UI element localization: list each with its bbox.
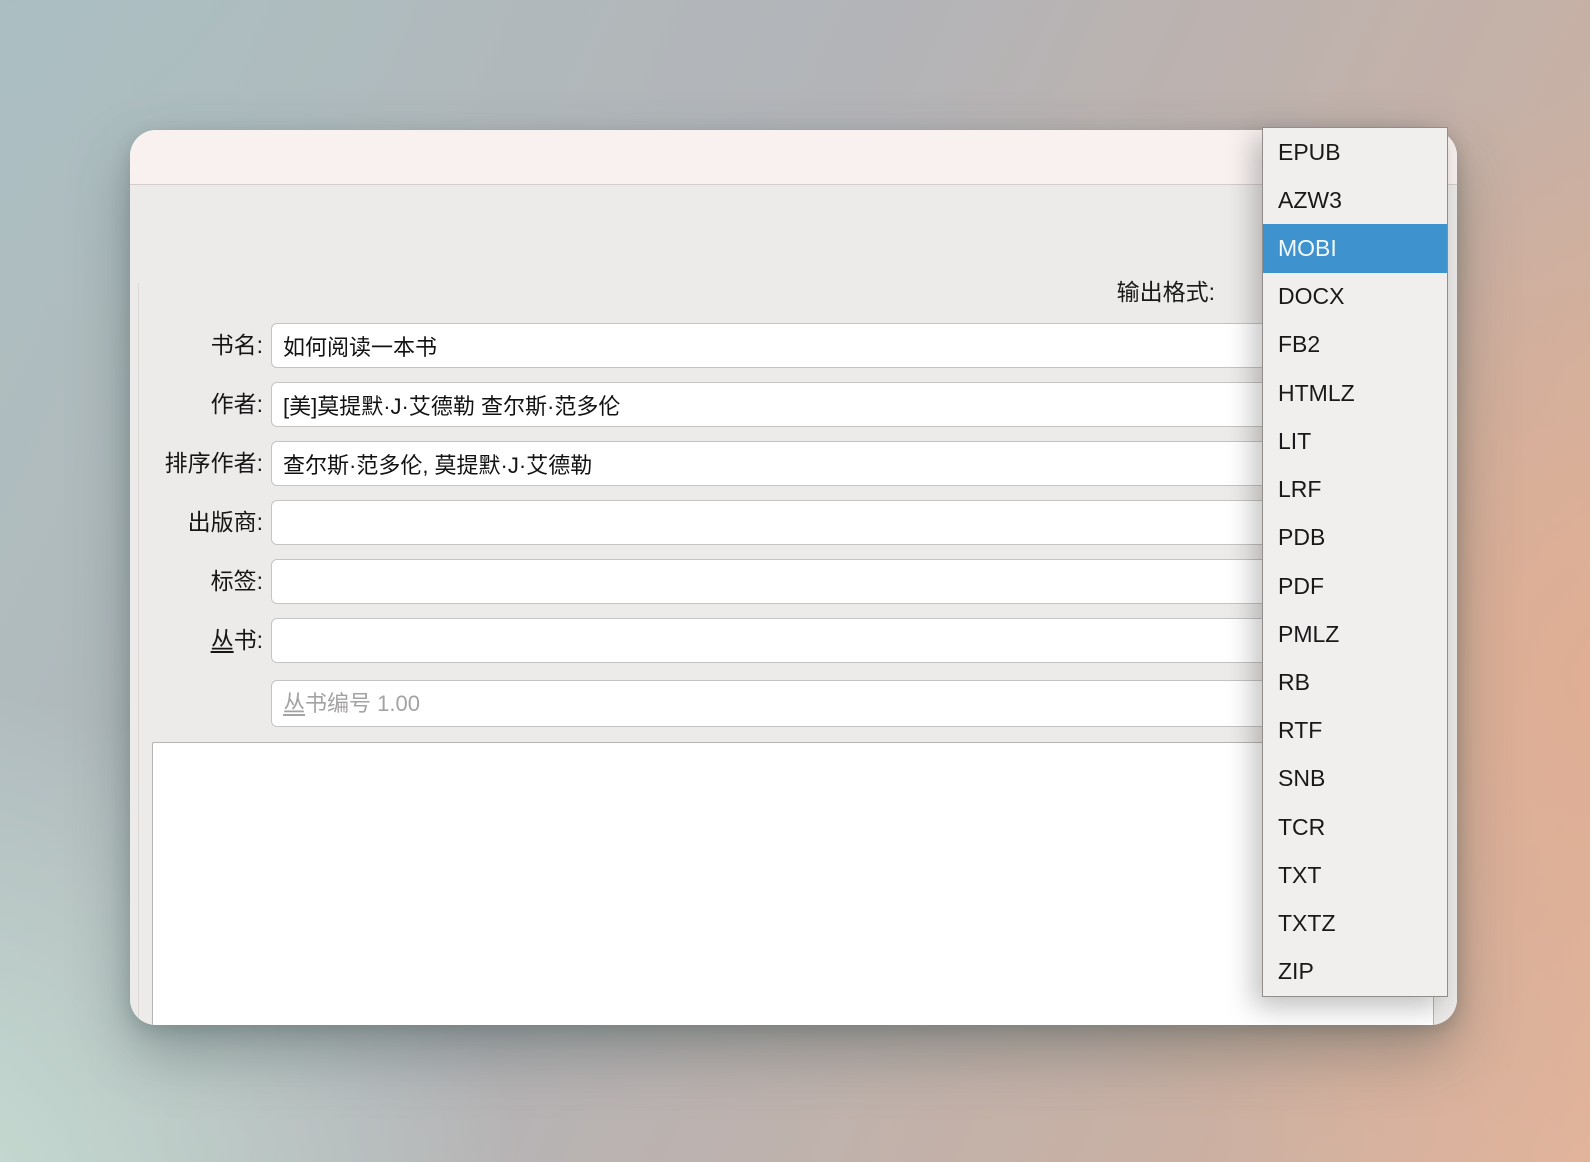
book-title-input[interactable] bbox=[271, 323, 1431, 368]
series-input[interactable] bbox=[271, 618, 1431, 663]
tags-input[interactable] bbox=[271, 559, 1431, 604]
format-option-rb[interactable]: RB bbox=[1263, 658, 1447, 706]
convert-dialog-window: 输出格式: 书名: 作者: 排序作者: 出版商: 标签: 丛书: 丛书编号 1.00 bbox=[130, 130, 1457, 1025]
tags-label: 标签: bbox=[210, 568, 263, 594]
format-option-azw3[interactable]: AZW3 bbox=[1263, 176, 1447, 224]
comments-editor[interactable] bbox=[152, 742, 1434, 1025]
format-option-pdf[interactable]: PDF bbox=[1263, 562, 1447, 610]
series-label: 丛书: bbox=[210, 627, 263, 653]
format-option-docx[interactable]: DOCX bbox=[1263, 273, 1447, 321]
format-option-lit[interactable]: LIT bbox=[1263, 417, 1447, 465]
format-option-pmlz[interactable]: PMLZ bbox=[1263, 610, 1447, 658]
format-option-txtz[interactable]: TXTZ bbox=[1263, 900, 1447, 948]
metadata-form: 输出格式: 书名: 作者: 排序作者: 出版商: 标签: 丛书: 丛书编号 1.00 bbox=[130, 186, 1457, 1025]
series-index-input[interactable]: 丛书编号 1.00 bbox=[271, 680, 1431, 727]
format-option-snb[interactable]: SNB bbox=[1263, 755, 1447, 803]
output-format-label: 输出格式: bbox=[1116, 279, 1215, 305]
desktop-background: { "window": { "title": "", "output_forma… bbox=[0, 0, 1590, 1162]
format-option-rtf[interactable]: RTF bbox=[1263, 707, 1447, 755]
authors-label: 作者: bbox=[210, 391, 263, 417]
book-title-label: 书名: bbox=[210, 332, 263, 358]
format-option-fb2[interactable]: FB2 bbox=[1263, 321, 1447, 369]
author-sort-label: 排序作者: bbox=[164, 450, 263, 476]
format-option-lrf[interactable]: LRF bbox=[1263, 466, 1447, 514]
publisher-input[interactable] bbox=[271, 500, 1431, 545]
format-option-epub[interactable]: EPUB bbox=[1263, 128, 1447, 176]
publisher-label: 出版商: bbox=[187, 509, 263, 535]
format-option-tcr[interactable]: TCR bbox=[1263, 803, 1447, 851]
format-option-mobi[interactable]: MOBI bbox=[1263, 224, 1447, 273]
format-option-txt[interactable]: TXT bbox=[1263, 851, 1447, 899]
output-format-listbox: EPUB AZW3 MOBI DOCX FB2 HTMLZ LIT LRF PDB PDF PMLZ… bbox=[1262, 127, 1448, 997]
format-option-zip[interactable]: ZIP bbox=[1263, 948, 1447, 996]
window-title-bar[interactable] bbox=[130, 130, 1457, 185]
author-sort-input[interactable] bbox=[271, 441, 1431, 486]
format-option-htmlz[interactable]: HTMLZ bbox=[1263, 369, 1447, 417]
format-option-pdb[interactable]: PDB bbox=[1263, 514, 1447, 562]
authors-input[interactable] bbox=[271, 382, 1431, 427]
series-index-placeholder: 丛书编号 1.00 bbox=[283, 691, 420, 716]
